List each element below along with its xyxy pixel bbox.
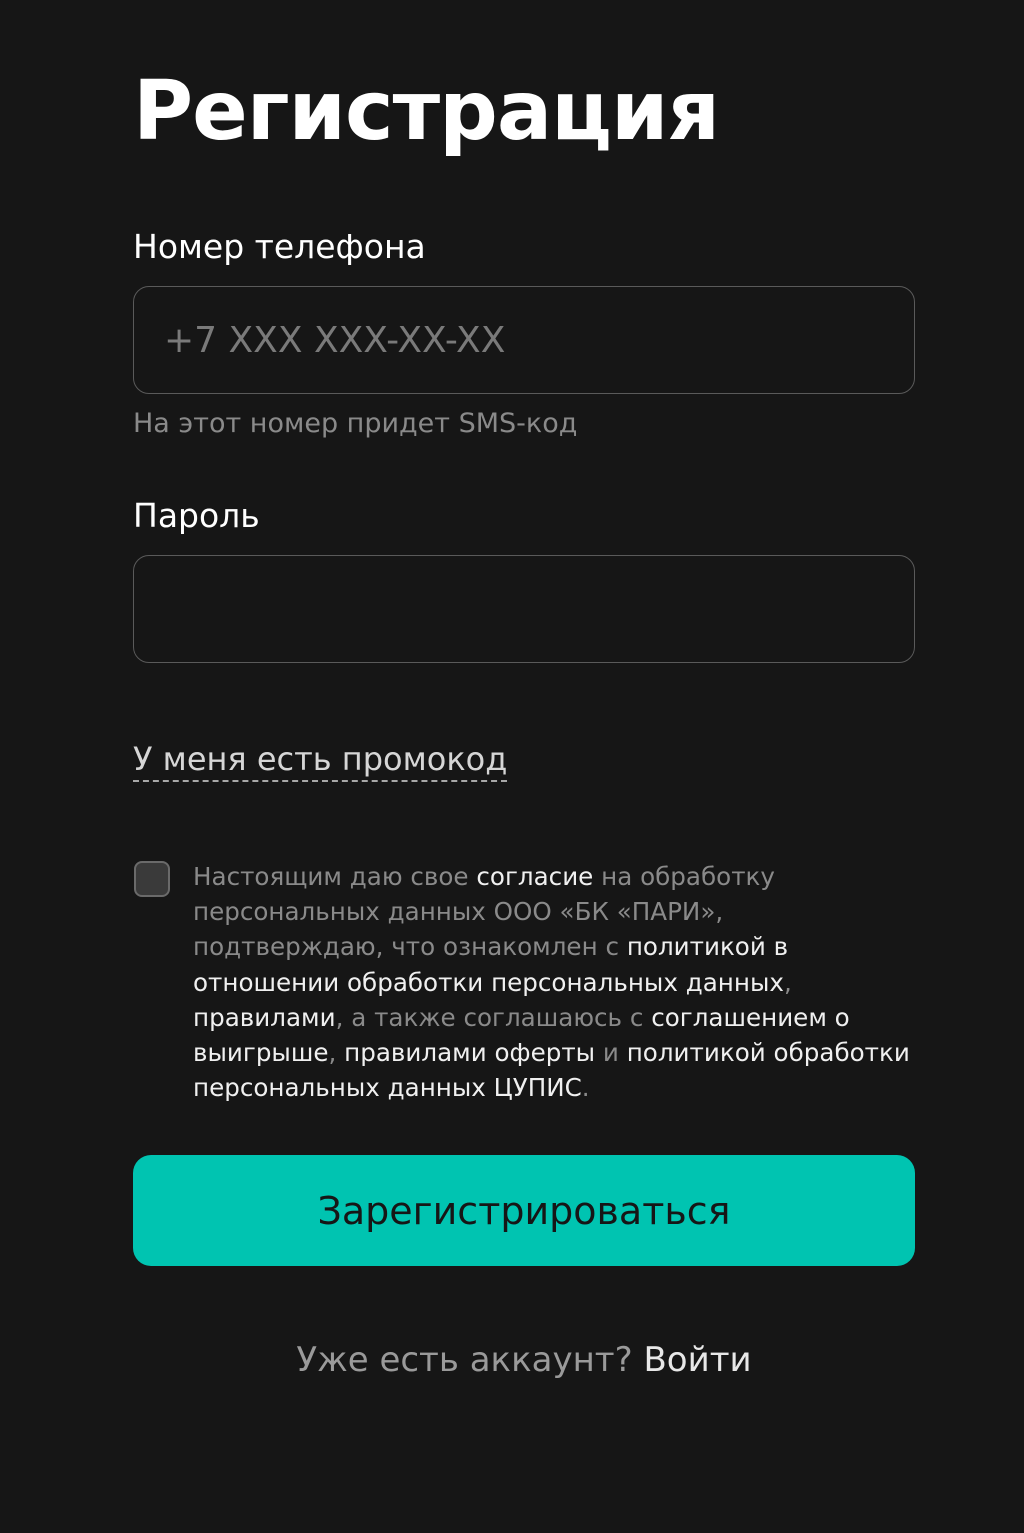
consent-checkbox[interactable]: [134, 861, 170, 897]
consent-text-part: , а также соглашаюсь с: [335, 1002, 652, 1032]
consent-text-part: и: [595, 1038, 627, 1068]
register-button[interactable]: Зарегистрироваться: [133, 1155, 915, 1266]
promo-code-link[interactable]: У меня есть промокод: [133, 738, 508, 782]
login-link[interactable]: Войти: [643, 1340, 751, 1380]
offer-rules-link[interactable]: правилами оферты: [344, 1038, 595, 1067]
consent-text-part: .: [581, 1073, 590, 1103]
password-label: Пароль: [133, 496, 260, 535]
rules-link[interactable]: правилами: [193, 1003, 336, 1032]
consent-text-part: ,: [328, 1038, 345, 1068]
login-question: Уже есть аккаунт?: [296, 1340, 633, 1380]
phone-input[interactable]: [133, 286, 915, 394]
consent-text-part: ,: [783, 967, 792, 997]
consent-text-part: Настоящим даю свое: [193, 862, 477, 891]
password-input[interactable]: [133, 555, 915, 663]
login-prompt: Уже есть аккаунт? Войти: [133, 1338, 915, 1382]
phone-hint: На этот номер придет SMS-код: [133, 408, 578, 439]
consent-link[interactable]: согласие: [476, 862, 593, 891]
consent-text: Настоящим даю свое согласие на обработку…: [193, 859, 918, 1105]
phone-label: Номер телефона: [133, 227, 426, 266]
page-title: Регистрация: [133, 64, 720, 159]
